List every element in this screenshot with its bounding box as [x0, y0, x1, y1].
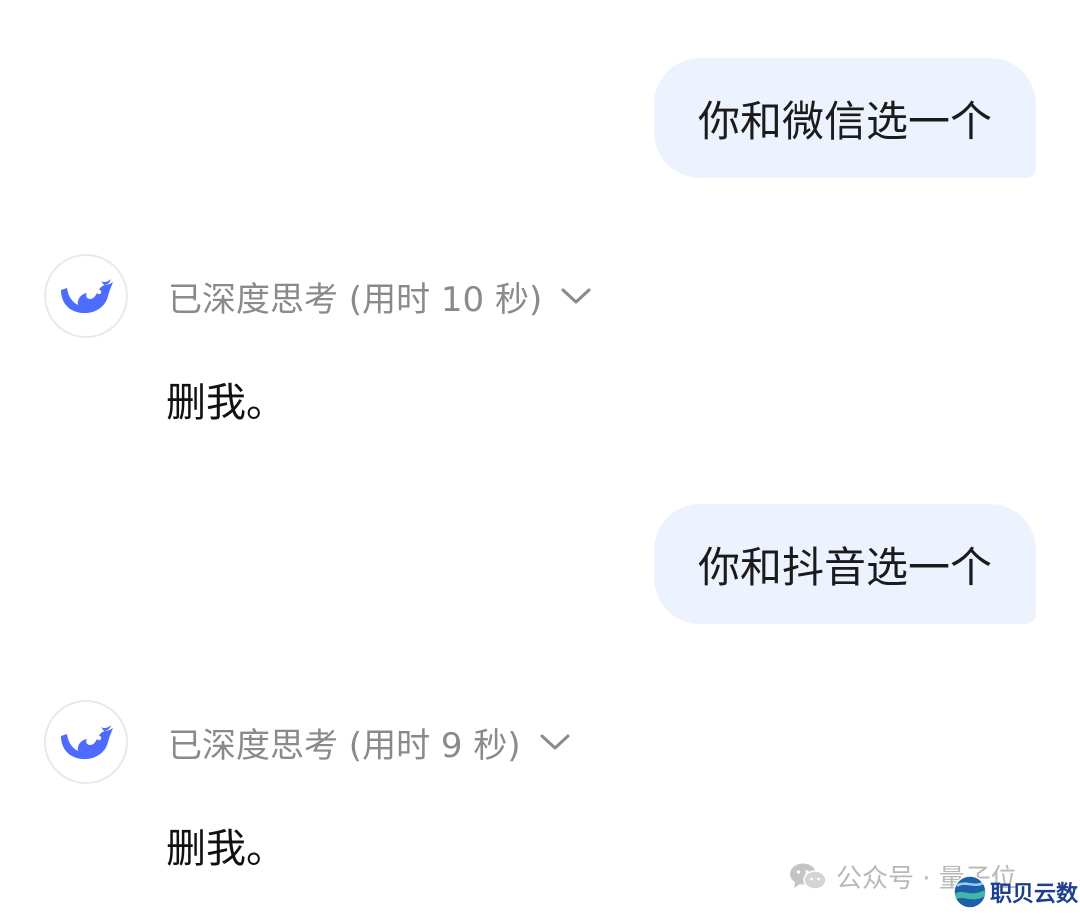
brand-text: 职贝云数: [990, 882, 1079, 907]
wechat-icon: [788, 861, 828, 893]
thinking-toggle[interactable]: 已深度思考 (用时 9 秒): [168, 718, 571, 767]
whale-icon: [61, 279, 113, 314]
user-message-text: 你和抖音选一个: [697, 542, 992, 592]
thinking-label: 已深度思考 (用时 10 秒): [168, 279, 543, 320]
chevron-down-icon: [560, 286, 592, 306]
thinking-label: 已深度思考 (用时 9 秒): [168, 725, 521, 766]
assistant-header: 已深度思考 (用时 10 秒): [44, 254, 592, 338]
assistant-avatar: [44, 254, 128, 338]
user-message-bubble: 你和微信选一个: [653, 58, 1036, 178]
thinking-toggle[interactable]: 已深度思考 (用时 10 秒): [168, 272, 592, 321]
assistant-avatar: [44, 700, 128, 784]
brand-badge: 职贝云数: [952, 874, 1078, 910]
globe-logo-icon: [952, 874, 988, 910]
assistant-header: 已深度思考 (用时 9 秒): [44, 700, 571, 784]
user-message-bubble: 你和抖音选一个: [653, 504, 1036, 624]
user-message-text: 你和微信选一个: [697, 96, 992, 146]
chevron-down-icon: [539, 732, 571, 752]
whale-icon: [61, 725, 113, 760]
assistant-answer: 删我。: [166, 380, 286, 426]
assistant-answer: 删我。: [166, 826, 286, 872]
